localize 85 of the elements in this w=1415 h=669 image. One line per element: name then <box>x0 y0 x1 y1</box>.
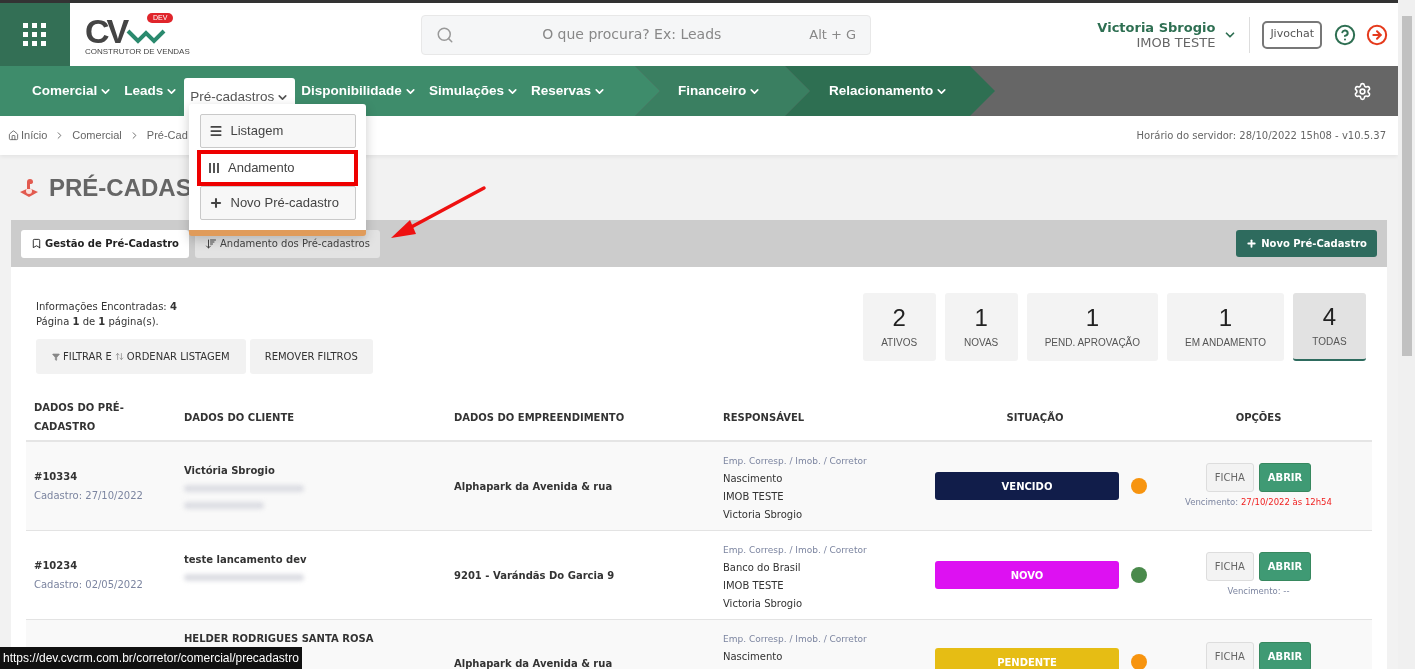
breadcrumb-link[interactable]: Comercial <box>72 127 122 144</box>
grid-icon <box>23 22 47 47</box>
search-icon <box>436 25 455 44</box>
page-title: PRÉ-CADAS <box>49 172 192 203</box>
filter-button[interactable]: FILTRAR E ORDENAR LISTAGEM <box>36 339 246 374</box>
open-button[interactable]: ABRIR <box>1258 552 1312 582</box>
sort-icon <box>114 352 124 361</box>
column-header: RESPONSÁVEL <box>722 410 806 425</box>
list-icon <box>208 124 223 138</box>
apps-button[interactable] <box>0 3 70 66</box>
breadcrumb-link[interactable]: Início <box>21 127 48 144</box>
nav-item[interactable]: Simulações <box>422 72 525 110</box>
nav-item[interactable]: Relacionamento <box>823 72 955 110</box>
stat-tile[interactable]: 1 PEND. APROVAÇÃO <box>1026 293 1159 361</box>
column-header: DADOS DO EMPREENDIMENTO <box>453 410 626 425</box>
menu-item[interactable]: Listagem <box>199 114 356 148</box>
record-id: #10334 <box>34 470 79 484</box>
search-field[interactable]: O que procura? Ex: Leads Alt + G <box>421 14 872 55</box>
status-badge: VENCIDO <box>935 472 1119 500</box>
record-id: #10234 <box>34 559 79 573</box>
status-badge: NOVO <box>935 561 1119 589</box>
due-date: Vencimento: -- <box>1227 585 1290 598</box>
open-button[interactable]: ABRIR <box>1258 463 1312 493</box>
role-label: Emp. Corresp. / Imob. / Corretor <box>723 544 868 557</box>
server-time: Horário do servidor: 28/10/2022 15h08 - v10.5.37 <box>1136 129 1386 143</box>
responsible-name: IMOB TESTE <box>723 579 785 593</box>
responsible-name: Victoria Sbrogio <box>723 597 804 611</box>
menu-item[interactable]: Novo Pré-cadastro <box>199 186 356 220</box>
registration-date: Cadastro: 02/05/2022 <box>34 578 144 592</box>
client-name: teste lancamento dev <box>184 553 308 567</box>
responsible-name: Nascimento <box>723 650 784 664</box>
home-icon <box>8 130 19 141</box>
nav-item[interactable]: Reservas <box>524 72 612 110</box>
new-button[interactable]: Novo Pré-Cadastro <box>1236 230 1377 257</box>
role-label: Emp. Corresp. / Imob. / Corretor <box>723 633 868 646</box>
details-button[interactable]: FICHA <box>1205 642 1254 669</box>
column-header: DADOS DO PRÉ-CADASTRO <box>33 400 125 434</box>
help-icon[interactable] <box>1334 23 1356 46</box>
plus-icon <box>1246 238 1258 249</box>
plus-icon <box>208 196 223 210</box>
project-name: 9201 - Varándãs Do Garcia 9 <box>453 568 616 583</box>
details-button[interactable]: FICHA <box>1205 552 1254 582</box>
bookmark-icon <box>31 238 42 249</box>
nav-item[interactable]: Leads <box>118 72 185 110</box>
project-name: Alphapark da Avenida & rua <box>453 479 614 494</box>
responsible-name: Nascimento <box>723 472 784 486</box>
responsible-name: Victoria Sbrogio <box>723 508 804 522</box>
nav-item[interactable]: Disponibilidade <box>295 72 423 110</box>
user-company: IMOB TESTE <box>1136 34 1216 50</box>
settings-icon[interactable] <box>1353 81 1372 101</box>
shortcut-hint: Alt + G <box>809 25 857 44</box>
search-input[interactable]: O que procura? Ex: Leads <box>462 24 802 45</box>
details-button[interactable]: FICHA <box>1205 463 1254 493</box>
filter-icon <box>52 352 60 361</box>
chat-button[interactable]: Jivochat <box>1262 20 1322 49</box>
sort-icon <box>204 237 217 250</box>
registration-date: Cadastro: 27/10/2022 <box>34 489 144 503</box>
link-preview: https://dev.cvcrm.com.br/corretor/comercial/precadastro <box>0 647 302 669</box>
results-info: Página 1 de 1 página(s). <box>36 315 160 329</box>
column-header: DADOS DO CLIENTE <box>183 410 296 425</box>
menu-item[interactable]: Andamento <box>197 150 358 186</box>
stat-tile[interactable]: 1 NOVAS <box>944 293 1018 361</box>
nav-item[interactable]: Financeiro <box>672 72 768 110</box>
role-label: Emp. Corresp. / Imob. / Corretor <box>723 455 868 468</box>
due-date: Vencimento: 27/10/2022 às 12h54 <box>1185 496 1332 509</box>
open-button[interactable]: ABRIR <box>1258 642 1312 669</box>
project-name: Alphapark da Avenida & rua <box>453 657 614 669</box>
column-header: SITUAÇÃO <box>1005 410 1065 425</box>
stat-tile[interactable]: 4 TODAS <box>1293 293 1366 361</box>
client-name: Victória Sbrogio <box>184 464 276 478</box>
logout-icon[interactable] <box>1366 23 1388 46</box>
stat-tile[interactable]: 1 EM ANDAMENTO <box>1167 293 1284 361</box>
stat-tile[interactable]: 2 ATIVOS <box>862 293 936 361</box>
responsible-name: IMOB TESTE <box>723 490 785 504</box>
remove-filters-button[interactable]: REMOVER FILTROS <box>249 339 373 374</box>
tab[interactable]: Gestão de Pré-Cadastro <box>21 229 189 258</box>
status-badge: PENDENTE <box>935 648 1119 669</box>
nav-item[interactable]: Comercial <box>26 72 119 110</box>
breadcrumb-link[interactable]: Pré-Cad <box>146 127 188 144</box>
results-info: Informações Encontradas: 4 <box>36 300 178 314</box>
responsible-name: Banco do Brasil <box>723 561 802 575</box>
bars-icon <box>208 162 220 174</box>
client-name: HELDER RODRIGUES SANTA ROSA <box>184 632 375 646</box>
user-name[interactable]: Victoria Sbrogio <box>1097 19 1216 35</box>
column-header: OPÇÕES <box>1234 410 1283 425</box>
